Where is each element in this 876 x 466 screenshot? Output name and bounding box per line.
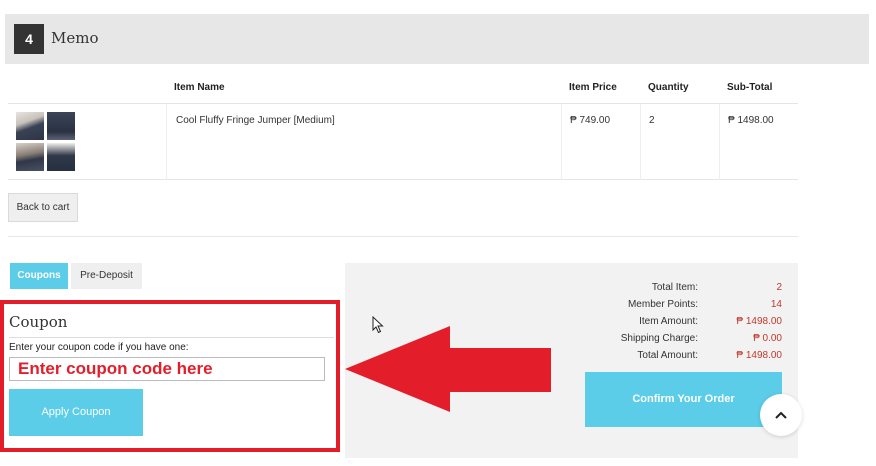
apply-coupon-button[interactable]: Apply Coupon <box>9 389 143 436</box>
column-separator <box>719 104 720 180</box>
summary-value-item-amount: ₱ 1498.00 <box>736 316 782 327</box>
confirm-order-button[interactable]: Confirm Your Order <box>585 372 782 427</box>
coupon-code-label: Enter your coupon code if you have one: <box>9 342 189 353</box>
summary-value-member-points: 14 <box>770 299 782 310</box>
column-header-item-price: Item Price <box>569 82 617 93</box>
tab-pre-deposit[interactable]: Pre-Deposit <box>71 263 142 289</box>
summary-value-total-amount: ₱ 1498.00 <box>736 350 782 361</box>
column-separator <box>166 104 167 180</box>
column-header-quantity: Quantity <box>648 82 689 93</box>
back-to-cart-button[interactable]: Back to cart <box>8 193 78 222</box>
item-quantity: 2 <box>649 115 655 126</box>
summary-label-total-item: Total Item: <box>651 282 698 293</box>
column-header-sub-total: Sub-Total <box>727 82 773 93</box>
table-row: Cool Fluffy Fringe Jumper [Medium] ₱ 749… <box>8 104 798 180</box>
chevron-up-icon <box>775 411 787 419</box>
coupon-title: Coupon <box>9 313 68 331</box>
scroll-to-top-button[interactable] <box>760 394 802 436</box>
coupon-divider <box>9 337 334 338</box>
tab-coupons[interactable]: Coupons <box>10 263 68 289</box>
summary-label-member-points: Member Points: <box>627 299 698 310</box>
summary-label-item-amount: Item Amount: <box>639 316 698 327</box>
summary-value-shipping-charge: ₱ 0.00 <box>753 333 782 344</box>
step-number-badge: 4 <box>14 24 44 54</box>
column-separator <box>640 104 641 180</box>
product-thumbnail[interactable] <box>16 112 75 171</box>
item-price: ₱ 749.00 <box>570 115 611 126</box>
coupon-code-input[interactable] <box>9 357 325 381</box>
item-name[interactable]: Cool Fluffy Fringe Jumper [Medium] <box>176 115 335 126</box>
memo-title: Memo <box>51 29 99 47</box>
summary-label-shipping-charge: Shipping Charge: <box>620 333 698 344</box>
memo-section-header: 4 Memo <box>5 14 869 64</box>
red-arrow-icon <box>345 326 551 412</box>
summary-label-total-amount: Total Amount: <box>637 350 698 361</box>
column-header-item-name: Item Name <box>174 82 225 93</box>
coupon-panel: Coupon Enter your coupon code if you hav… <box>0 300 340 452</box>
mouse-pointer-icon <box>372 316 384 334</box>
summary-value-total-item: 2 <box>776 282 782 293</box>
column-separator <box>561 104 562 180</box>
section-divider <box>8 236 798 237</box>
item-subtotal: ₱ 1498.00 <box>728 115 774 126</box>
